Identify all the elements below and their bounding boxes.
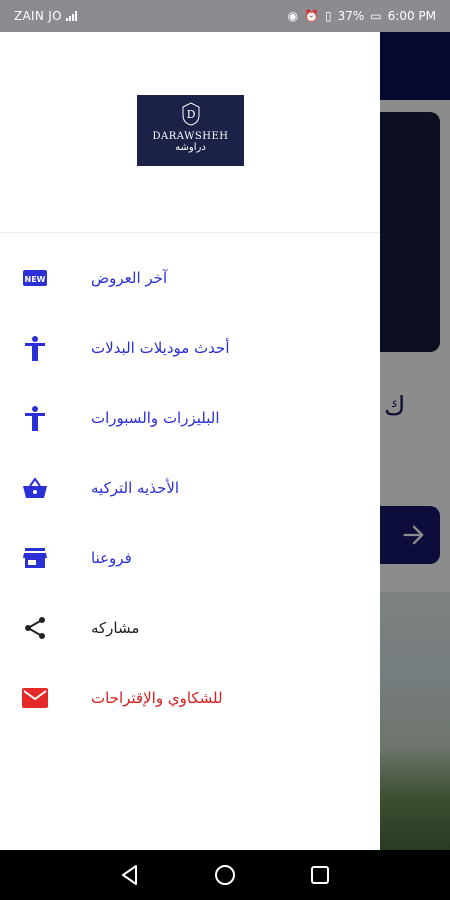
navigation-drawer: D DARAWSHEH دراوشه NEW آخر العروض أحدث م… [0, 32, 380, 850]
carrier-name: ZAIN JO [14, 9, 62, 23]
status-bar: ZAIN JO ◉ ⏰ ▯ 37% ▭ 6:00 PM [0, 0, 450, 32]
menu-item-branches[interactable]: فروعنا [0, 523, 380, 593]
mail-icon [22, 685, 48, 711]
menu-label-complaints: للشكاوي والإقتراحات [91, 689, 223, 707]
brand-logo: D DARAWSHEH دراوشه [137, 95, 244, 166]
menu-label-share: مشاركه [91, 619, 140, 637]
battery-level: 37% [337, 9, 365, 23]
menu-label-blazers: البليزرات والسبورات [91, 409, 220, 427]
person-icon [22, 405, 48, 431]
person-icon [22, 335, 48, 361]
basket-icon [22, 475, 48, 501]
drawer-menu: NEW آخر العروض أحدث موديلات البدلات البل… [0, 243, 380, 733]
menu-label-branches: فروعنا [91, 549, 132, 567]
battery-icon: ▭ [370, 9, 382, 23]
menu-item-latest-offers[interactable]: NEW آخر العروض [0, 243, 380, 313]
signal-icon [65, 11, 78, 21]
home-icon[interactable] [213, 863, 237, 887]
logo-emblem-icon: D [182, 102, 199, 126]
recents-icon[interactable] [308, 863, 332, 887]
logo-brand-en: DARAWSHEH [152, 131, 229, 142]
clock: 6:00 PM [387, 9, 436, 23]
share-icon [22, 615, 48, 641]
menu-label-turkish-shoes: الأحذيه التركيه [91, 479, 180, 497]
back-icon[interactable] [118, 863, 142, 887]
menu-item-complaints[interactable]: للشكاوي والإقتراحات [0, 663, 380, 733]
logo-brand-ar: دراوشه [175, 142, 206, 153]
menu-item-blazers[interactable]: البليزرات والسبورات [0, 383, 380, 453]
eye-icon: ◉ [287, 9, 299, 23]
alarm-icon: ⏰ [304, 9, 320, 23]
menu-item-share[interactable]: مشاركه [0, 593, 380, 663]
svg-text:NEW: NEW [25, 275, 46, 284]
menu-label-latest-suits: أحدث موديلات البدلات [91, 339, 230, 357]
menu-item-latest-suits[interactable]: أحدث موديلات البدلات [0, 313, 380, 383]
menu-label-latest-offers: آخر العروض [91, 269, 168, 287]
system-nav-bar [0, 850, 450, 900]
drawer-scrim[interactable] [380, 32, 450, 850]
new-badge-icon: NEW [22, 265, 48, 291]
vibrate-icon: ▯ [325, 9, 332, 23]
drawer-header: D DARAWSHEH دراوشه [0, 32, 380, 233]
menu-item-turkish-shoes[interactable]: الأحذيه التركيه [0, 453, 380, 523]
store-icon [22, 545, 48, 571]
svg-text:D: D [186, 108, 195, 121]
